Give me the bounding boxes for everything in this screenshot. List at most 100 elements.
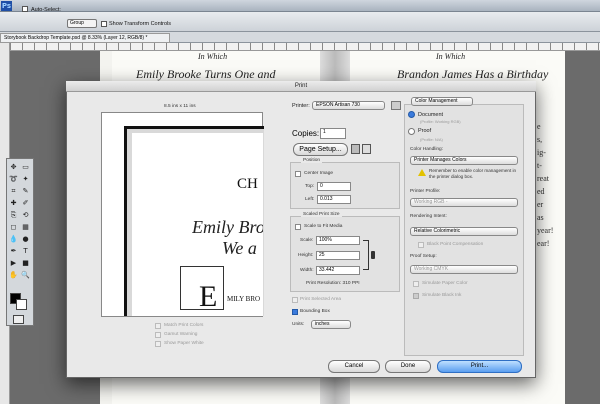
marquee-tool-icon[interactable]: ▭ xyxy=(20,162,31,172)
rendering-intent-label: Rendering Intent: xyxy=(410,214,447,219)
color-management-select[interactable]: Color Management xyxy=(411,97,473,106)
preview-title-line2: We a xyxy=(222,238,257,258)
left-heading: In Which xyxy=(198,52,228,61)
print-selected-area-label: Print Selected Area xyxy=(300,297,342,302)
eraser-tool-icon[interactable]: ◻ xyxy=(8,222,19,232)
menu-bar xyxy=(0,0,600,12)
right-page-line: as xyxy=(537,213,544,222)
path-select-icon[interactable]: ▶ xyxy=(8,258,19,268)
type-tool-icon[interactable]: T xyxy=(20,246,31,256)
healing-tool-icon[interactable]: ✚ xyxy=(8,198,19,208)
bounding-box-label: Bounding Box xyxy=(300,309,330,314)
background-color-swatch[interactable] xyxy=(16,299,27,310)
simulate-black-checkbox[interactable] xyxy=(413,293,419,299)
top-label: Top: xyxy=(305,184,315,189)
hand-tool-icon[interactable]: ✋ xyxy=(8,270,19,280)
cancel-button[interactable]: Cancel xyxy=(328,360,380,373)
group-dropdown[interactable]: Group xyxy=(67,19,97,28)
bounding-box-checkbox[interactable] xyxy=(292,309,298,315)
clone-tool-icon[interactable]: ⎘ xyxy=(8,210,19,220)
printer-profile-select[interactable]: Working RGB - xyxy=(410,198,518,207)
scale-input[interactable]: 100% xyxy=(316,236,360,245)
right-title: Brandon James Has a Birthday xyxy=(397,67,549,81)
done-button[interactable]: Done xyxy=(385,360,431,373)
width-input[interactable]: 33.442 xyxy=(316,266,360,275)
units-select[interactable]: inches xyxy=(311,320,351,329)
left-label: Left: xyxy=(305,197,315,202)
paper-size-label: 8.5 ins x 11 ins xyxy=(164,104,196,109)
units-label: Units: xyxy=(292,322,305,327)
top-input[interactable]: 0 xyxy=(317,182,351,191)
scale-to-fit-label: Scale to Fit Media xyxy=(304,224,343,229)
portrait-orientation-icon[interactable] xyxy=(351,144,360,154)
brush-tool-icon[interactable]: ✐ xyxy=(20,198,31,208)
crop-tool-icon[interactable]: ⌗ xyxy=(8,186,19,196)
move-tool-icon[interactable]: ✥ xyxy=(8,162,19,172)
proof-profile-label: (Profile: N/A) xyxy=(420,137,443,142)
print-button[interactable]: Print... xyxy=(437,360,522,373)
gradient-tool-icon[interactable]: ▦ xyxy=(20,222,31,232)
printer-label: Printer: xyxy=(292,103,310,109)
preview-title-line1: Emily Broo xyxy=(192,217,263,237)
black-point-checkbox[interactable] xyxy=(418,242,424,248)
printer-profile-label: Printer Profile: xyxy=(410,189,441,194)
right-page-line: er xyxy=(537,200,544,209)
printer-icon[interactable] xyxy=(391,101,401,110)
right-heading: In Which xyxy=(436,52,466,61)
right-page-line: year! xyxy=(537,226,554,235)
simulate-paper-checkbox[interactable] xyxy=(413,281,419,287)
black-point-label: Black Point Compensation xyxy=(427,242,484,247)
proof-radio[interactable] xyxy=(408,128,415,135)
rendering-intent-select[interactable]: Relative Colorimetric xyxy=(410,227,518,236)
quick-mask-icon[interactable] xyxy=(13,315,24,324)
match-print-checkbox[interactable] xyxy=(155,323,161,329)
auto-select-checkbox[interactable] xyxy=(22,6,28,12)
center-image-checkbox[interactable] xyxy=(295,171,301,177)
link-bracket xyxy=(363,240,369,270)
print-dialog-title: Print xyxy=(66,81,536,92)
proof-setup-select[interactable]: Working CMYK xyxy=(410,265,518,274)
page-setup-button[interactable]: Page Setup... xyxy=(293,143,348,156)
shape-tool-icon[interactable]: ■ xyxy=(20,258,31,268)
position-label: Position xyxy=(301,158,323,163)
eyedropper-tool-icon[interactable]: ✎ xyxy=(20,186,31,196)
document-radio[interactable] xyxy=(408,111,415,118)
width-label: Width: xyxy=(300,268,314,273)
scale-to-fit-checkbox[interactable] xyxy=(295,224,301,230)
right-page-line: t- xyxy=(537,161,542,170)
gamut-warning-label: Gamut Warning xyxy=(164,332,198,337)
match-print-label: Match Print Colors xyxy=(164,323,204,328)
show-transform-checkbox[interactable] xyxy=(101,21,107,27)
history-brush-icon[interactable]: ⟲ xyxy=(20,210,31,220)
paper-white-checkbox[interactable] xyxy=(155,341,161,347)
right-page-line: ed xyxy=(537,187,545,196)
right-page-line: reat xyxy=(537,174,549,183)
height-input[interactable]: 25 xyxy=(316,251,360,260)
right-page-text: e s, ig-t-reat ed er as year! ear! xyxy=(537,120,562,250)
document-label: Document xyxy=(418,112,444,118)
printer-select[interactable]: EPSON Artisan 730 xyxy=(312,101,385,110)
gamut-warning-checkbox[interactable] xyxy=(155,332,161,338)
landscape-orientation-icon[interactable] xyxy=(362,144,371,154)
zoom-tool-icon[interactable]: 🔍 xyxy=(20,270,31,280)
lasso-tool-icon[interactable]: ➰ xyxy=(8,174,19,184)
preview-dropcap: E xyxy=(199,280,218,313)
right-page-line: ig- xyxy=(537,148,546,157)
print-selected-area-checkbox[interactable] xyxy=(292,297,298,303)
document-tab[interactable]: Storybook Backdrop Template.psd @ 8.33% … xyxy=(0,33,170,43)
left-input[interactable]: 0.013 xyxy=(317,195,351,204)
proof-label: Proof xyxy=(418,128,432,134)
quick-select-tool-icon[interactable]: ✦ xyxy=(20,174,31,184)
color-handling-select[interactable]: Printer Manages Colors xyxy=(410,156,518,165)
preview-chapter-text: CH xyxy=(237,176,258,192)
photoshop-logo: Ps xyxy=(1,1,12,11)
dodge-tool-icon[interactable]: ● xyxy=(20,234,31,244)
blur-tool-icon[interactable]: 💧 xyxy=(8,234,19,244)
horizontal-ruler xyxy=(10,43,600,51)
chain-link-icon[interactable] xyxy=(371,251,375,259)
copies-input[interactable]: 1 xyxy=(320,128,346,139)
right-page-line: s, xyxy=(537,135,543,144)
pen-tool-icon[interactable]: ✒ xyxy=(8,246,19,256)
copies-label: Copies: xyxy=(292,129,320,138)
print-resolution-label: Print Resolution: 310 PPI xyxy=(306,281,360,286)
